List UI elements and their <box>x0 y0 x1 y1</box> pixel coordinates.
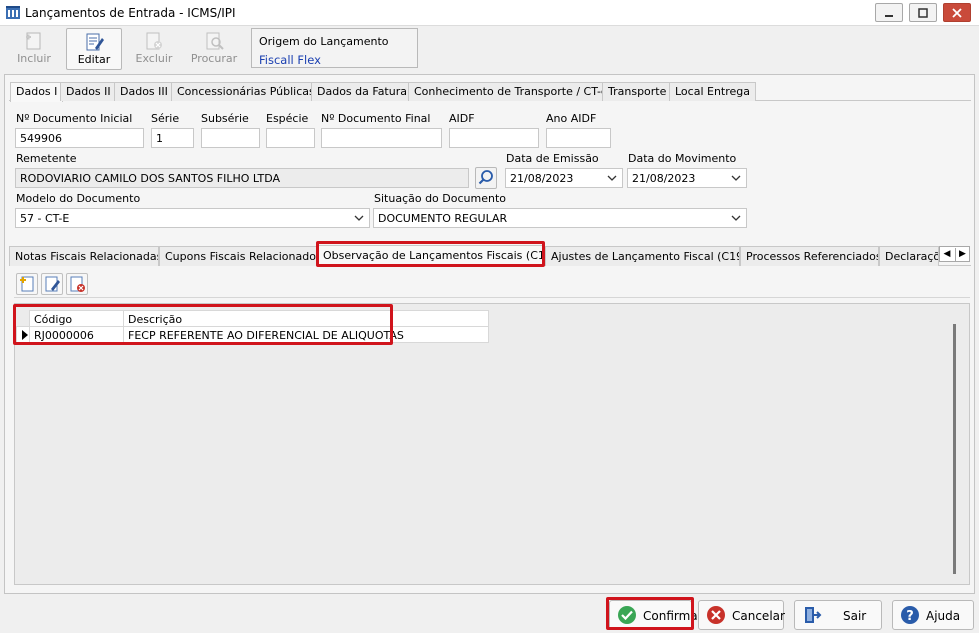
search-icon <box>478 170 493 185</box>
grid-vertical-scrollbar[interactable] <box>953 324 956 574</box>
tab-concessionarias[interactable]: Concessionárias Públicas <box>171 82 321 101</box>
modelo-select[interactable]: 57 - CT-E <box>15 208 370 228</box>
toolbar: Incluir Editar Excluir Procurar <box>0 26 979 72</box>
serie-input[interactable]: 1 <box>151 128 194 148</box>
incluir-label: Incluir <box>17 52 51 65</box>
ajuda-button[interactable]: ? Ajuda <box>892 600 974 630</box>
add-observation-button[interactable] <box>16 273 38 295</box>
tab-dados-ii[interactable]: Dados II <box>60 82 117 101</box>
procurar-button[interactable]: Procurar <box>186 28 242 70</box>
procurar-label: Procurar <box>190 52 238 65</box>
highlight-grid-row <box>13 304 393 345</box>
situacao-label: Situação do Documento <box>374 192 507 205</box>
aidf-label: AIDF <box>449 112 475 125</box>
aidf-input[interactable] <box>449 128 539 148</box>
tab-processos-referenciados[interactable]: Processos Referenciados <box>740 246 879 266</box>
highlight-confirmar <box>606 597 694 630</box>
ano-aidf-label: Ano AIDF <box>546 112 597 125</box>
chevron-down-icon <box>607 175 617 181</box>
tab-scroll-right-button[interactable]: ▶ <box>955 248 969 261</box>
delete-document-icon <box>146 32 162 50</box>
tab-ajustes-c197[interactable]: Ajustes de Lançamento Fiscal (C197) <box>545 246 740 266</box>
cancelar-label: Cancelar <box>732 609 785 623</box>
origin-value: Fiscall Flex <box>259 53 321 67</box>
sair-button[interactable]: Sair <box>794 600 882 630</box>
edit-document-icon <box>45 276 60 292</box>
tab-cupons-fiscais[interactable]: Cupons Fiscais Relacionados <box>159 246 317 266</box>
window-title: Lançamentos de Entrada - ICMS/IPI <box>25 6 236 20</box>
data-movimento-label: Data do Movimento <box>628 152 737 165</box>
editar-label: Editar <box>77 53 111 66</box>
modelo-value: 57 - CT-E <box>20 212 70 225</box>
chevron-down-icon <box>731 175 741 181</box>
doc-final-label: Nº Documento Final <box>321 112 431 125</box>
tab-dados-iii[interactable]: Dados III <box>114 82 174 101</box>
minimize-button[interactable] <box>875 3 903 22</box>
subserie-input[interactable] <box>201 128 260 148</box>
close-button[interactable] <box>943 3 971 22</box>
title-bar: Lançamentos de Entrada - ICMS/IPI <box>0 0 979 26</box>
subserie-label: Subsérie <box>201 112 249 125</box>
sub-toolbar <box>14 270 970 298</box>
minimize-icon <box>885 14 893 17</box>
excluir-label: Excluir <box>135 52 173 65</box>
sair-label: Sair <box>843 609 867 623</box>
maximize-button[interactable] <box>909 3 937 22</box>
cancelar-button[interactable]: Cancelar <box>698 600 785 630</box>
tab-dados-fatura[interactable]: Dados da Fatura <box>311 82 413 101</box>
data-movimento-input[interactable]: 21/08/2023 <box>627 168 747 188</box>
exit-icon <box>805 607 822 623</box>
observation-grid: Código Descrição RJ0000006 FECP REFERENT… <box>14 303 970 585</box>
situacao-select[interactable]: DOCUMENTO REGULAR <box>373 208 747 228</box>
delete-observation-button[interactable] <box>66 273 88 295</box>
tab-declaracoes[interactable]: Declaraçõ <box>879 246 939 266</box>
svg-text:?: ? <box>906 609 914 624</box>
tab-scroll-left-button[interactable]: ◀ <box>940 248 954 261</box>
remetente-input[interactable]: RODOVIARIO CAMILO DOS SANTOS FILHO LTDA <box>15 168 469 188</box>
add-document-icon <box>26 32 41 50</box>
origin-box: Origem do Lançamento Fiscall Flex <box>251 28 418 68</box>
doc-inicial-label: Nº Documento Inicial <box>16 112 133 125</box>
edit-document-icon <box>86 33 104 51</box>
tab-transporte[interactable]: Transporte <box>602 82 673 101</box>
delete-document-icon <box>70 276 85 292</box>
especie-input[interactable] <box>266 128 315 148</box>
serie-label: Série <box>151 112 180 125</box>
modelo-label: Modelo do Documento <box>16 192 141 205</box>
add-document-icon <box>20 276 34 292</box>
origin-label: Origem do Lançamento <box>259 35 389 48</box>
chevron-down-icon <box>354 215 364 221</box>
doc-final-input[interactable] <box>321 128 442 148</box>
tab-notas-fiscais[interactable]: Notas Fiscais Relacionadas <box>9 246 159 266</box>
app-icon <box>6 6 20 19</box>
doc-inicial-input[interactable]: 549906 <box>15 128 144 148</box>
search-document-icon <box>206 32 224 50</box>
situacao-value: DOCUMENTO REGULAR <box>378 212 508 225</box>
data-emissao-value: 21/08/2023 <box>510 172 574 185</box>
tab-local-entrega[interactable]: Local Entrega <box>669 82 757 101</box>
tab-scroll-arrows: ◀ ▶ <box>939 246 970 262</box>
close-icon <box>952 7 962 18</box>
data-movimento-value: 21/08/2023 <box>632 172 696 185</box>
ano-aidf-input[interactable] <box>546 128 611 148</box>
edit-observation-button[interactable] <box>41 273 63 295</box>
especie-label: Espécie <box>266 112 309 125</box>
editar-button[interactable]: Editar <box>66 28 122 70</box>
ajuda-label: Ajuda <box>926 609 961 623</box>
remetente-label: Remetente <box>16 152 77 165</box>
data-emissao-input[interactable]: 21/08/2023 <box>505 168 623 188</box>
help-icon: ? <box>901 606 919 624</box>
data-emissao-label: Data de Emissão <box>506 152 599 165</box>
tab-dados-i[interactable]: Dados I <box>10 82 64 102</box>
excluir-button[interactable]: Excluir <box>126 28 182 70</box>
cancel-icon <box>707 606 725 624</box>
incluir-button[interactable]: Incluir <box>6 28 62 70</box>
remetente-search-button[interactable] <box>475 167 497 189</box>
highlight-tab-c195 <box>316 241 545 267</box>
maximize-icon <box>918 7 928 18</box>
chevron-down-icon <box>731 215 741 221</box>
tab-conhecimento-transporte[interactable]: Conhecimento de Transporte / CT-e <box>408 82 614 101</box>
